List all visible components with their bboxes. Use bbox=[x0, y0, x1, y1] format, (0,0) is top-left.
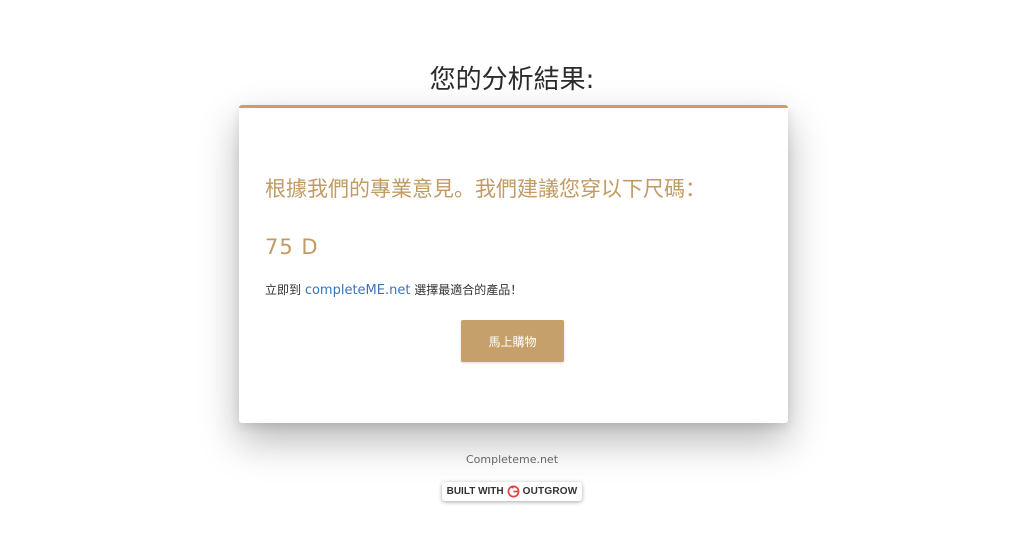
recommended-size: 75 D bbox=[265, 235, 319, 259]
page: 您的分析結果: 根據我們的專業意見。我們建議您穿以下尺碼： 75 D 立即到 c… bbox=[0, 0, 1024, 558]
result-card: 根據我們的專業意見。我們建議您穿以下尺碼： 75 D 立即到 completeM… bbox=[239, 105, 788, 423]
outgrow-logo-icon bbox=[507, 485, 520, 498]
cta-suffix: 選擇最適合的產品！ bbox=[410, 283, 523, 297]
cta-text: 立即到 completeME.net 選擇最適合的產品！ bbox=[265, 281, 522, 300]
shop-now-button[interactable]: 馬上購物 bbox=[461, 320, 564, 362]
cta-prefix: 立即到 bbox=[265, 283, 305, 297]
badge-brand: OUTGROW bbox=[522, 486, 578, 497]
badge-prefix: BUILT WITH bbox=[446, 486, 504, 497]
built-with-outgrow-badge[interactable]: BUILT WITH OUTGROW bbox=[442, 482, 582, 501]
footer-site-link[interactable]: Completeme.net bbox=[0, 453, 1024, 466]
page-title: 您的分析結果: bbox=[429, 65, 595, 95]
completeme-link[interactable]: completeME.net bbox=[305, 283, 411, 298]
recommendation-heading: 根據我們的專業意見。我們建議您穿以下尺碼： bbox=[265, 177, 706, 201]
